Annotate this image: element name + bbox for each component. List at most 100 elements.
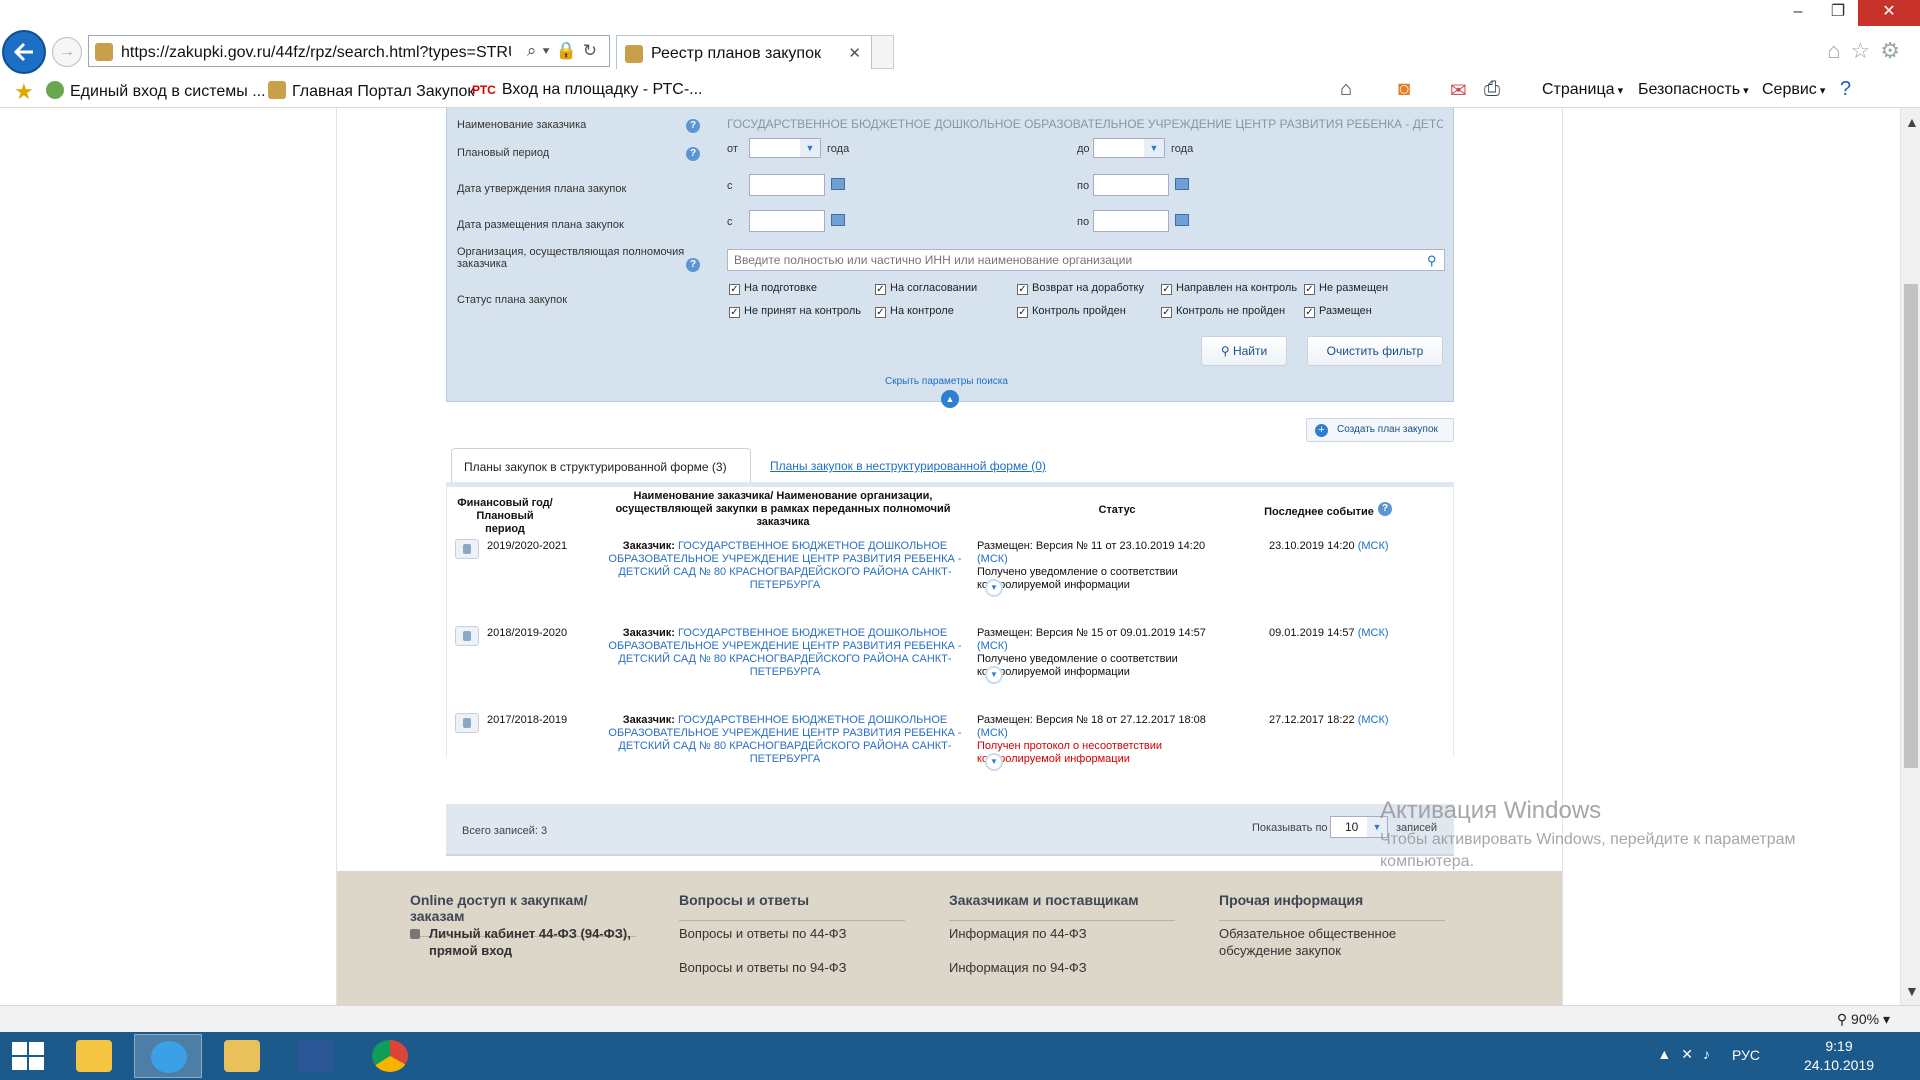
home-icon[interactable]: ⌂ <box>1340 78 1352 101</box>
help-icon[interactable]: ? <box>1840 78 1851 101</box>
header-last-event: Последнее событие <box>1264 506 1374 518</box>
org-search-input[interactable] <box>727 249 1445 271</box>
footer-link-info-44[interactable]: Информация по 44-ФЗ <box>949 925 1087 942</box>
table-row[interactable]: 2017/2018-2019 Заказчик: ГОСУДАРСТВЕННОЕ… <box>447 713 1455 799</box>
tab-title: Реестр планов закупок <box>651 45 821 62</box>
favorites-star-icon[interactable]: ☆ <box>1851 38 1881 63</box>
approval-date-to-input[interactable] <box>1093 174 1169 196</box>
address-tools[interactable]: ⌕▾🔒↻ <box>527 41 603 61</box>
status-checkbox[interactable]: ✓ Контроль пройден <box>1017 305 1126 318</box>
language-indicator[interactable]: РУС <box>1732 1047 1760 1063</box>
status-checkbox[interactable]: ✓ Размещен <box>1304 305 1372 318</box>
approval-date-from-input[interactable] <box>749 174 825 196</box>
expand-row-icon[interactable]: ▼ <box>985 753 1003 771</box>
placement-date-to-input[interactable] <box>1093 210 1169 232</box>
footer-link-info-94[interactable]: Информация по 94-ФЗ <box>949 959 1087 976</box>
row-customer[interactable]: Заказчик: ГОСУДАРСТВЕННОЕ БЮДЖЕТНОЕ ДОШК… <box>589 540 981 592</box>
expand-row-icon[interactable]: ▼ <box>985 666 1003 684</box>
hide-search-params-link[interactable]: Скрыть параметры поиска <box>885 376 1008 387</box>
forward-button[interactable]: → <box>52 37 82 67</box>
browser-tab[interactable]: Реестр планов закупок ✕ <box>616 35 872 69</box>
clock-date[interactable]: 24.10.2019 <box>1794 1057 1884 1073</box>
footer-link-qa-94[interactable]: Вопросы и ответы по 94-ФЗ <box>679 959 847 976</box>
row-customer[interactable]: Заказчик: ГОСУДАРСТВЕННОЕ БЮДЖЕТНОЕ ДОШК… <box>589 627 981 679</box>
search-icon[interactable]: ⚲ <box>1427 253 1437 269</box>
tab-close-icon[interactable]: ✕ <box>848 44 861 62</box>
row-customer[interactable]: Заказчик: ГОСУДАРСТВЕННОЕ БЮДЖЕТНОЕ ДОШК… <box>589 714 981 766</box>
status-checkbox[interactable]: ✓ Контроль не пройден <box>1161 305 1285 318</box>
plan-document-icon[interactable] <box>455 713 479 733</box>
find-button[interactable]: ⚲ Найти <box>1201 336 1287 366</box>
status-checkbox[interactable]: ✓ Направлен на контроль <box>1161 282 1297 295</box>
taskbar: ▲✕♪ РУС 9:19 24.10.2019 <box>0 1032 1920 1080</box>
minimize-button[interactable]: – <box>1778 0 1818 26</box>
taskbar-internet-explorer[interactable] <box>134 1034 202 1078</box>
taskbar-chrome[interactable] <box>356 1034 424 1078</box>
scroll-thumb[interactable] <box>1904 284 1918 768</box>
status-checkbox[interactable]: ✓ На контроле <box>875 305 954 318</box>
footer-link-discussion[interactable]: Обязательное общественное обсуждение зак… <box>1219 925 1459 959</box>
calendar-icon[interactable] <box>1175 178 1189 190</box>
status-checkbox[interactable]: ✓ Не принят на контроль <box>729 305 861 318</box>
customer-name-value[interactable]: ГОСУДАРСТВЕННОЕ БЮДЖЕТНОЕ ДОШКОЛЬНОЕ ОБР… <box>727 117 1443 131</box>
help-icon[interactable]: ? <box>686 258 700 272</box>
tools-menu[interactable]: Сервис <box>1762 81 1825 99</box>
favorite-link-2[interactable]: Главная Портал Закупок <box>268 81 474 101</box>
taskbar-explorer[interactable] <box>208 1034 276 1078</box>
help-icon[interactable]: ? <box>686 147 700 161</box>
home-icon[interactable]: ⌂ <box>1827 38 1850 63</box>
clock-time[interactable]: 9:19 <box>1794 1038 1884 1054</box>
footer-heading-other: Прочая информация <box>1219 892 1445 921</box>
status-checkbox[interactable]: ✓ На подготовке <box>729 282 817 295</box>
address-url[interactable]: https://zakupki.gov.ru/44fz/rpz/search.h… <box>121 44 511 62</box>
help-icon[interactable]: ? <box>1378 502 1392 516</box>
create-plan-button[interactable]: + Создать план закупок <box>1306 418 1454 442</box>
footer-link-cabinet[interactable]: Личный кабинет 44-ФЗ (94-ФЗ), прямой вхо… <box>429 925 659 959</box>
status-checkbox[interactable]: ✓ Возврат на доработку <box>1017 282 1144 295</box>
browser-status-bar: ⚲ 90% ▾ <box>0 1005 1920 1032</box>
period-to-select[interactable]: ▼ <box>1093 138 1165 158</box>
table-row[interactable]: 2019/2020-2021 Заказчик: ГОСУДАРСТВЕННОЕ… <box>447 539 1455 625</box>
safety-menu[interactable]: Безопасность <box>1638 81 1749 99</box>
taskbar-outlook[interactable] <box>60 1034 128 1078</box>
start-button[interactable] <box>12 1042 46 1072</box>
search-icon: ⚲ <box>1220 344 1233 358</box>
period-from-select[interactable]: ▼ <box>749 138 821 158</box>
address-bar[interactable]: https://zakupki.gov.ru/44fz/rpz/search.h… <box>88 35 610 67</box>
plan-document-icon[interactable] <box>455 539 479 559</box>
zoom-level[interactable]: ⚲ 90% ▾ <box>1837 1011 1890 1028</box>
feeds-icon[interactable]: ◙ <box>1398 78 1410 101</box>
mail-icon[interactable]: ✉ <box>1450 78 1467 103</box>
vertical-scrollbar[interactable]: ▲ ▼ <box>1900 108 1920 1005</box>
new-tab-button[interactable] <box>872 35 894 69</box>
favorites-star-icon[interactable]: ★ <box>14 79 34 105</box>
tab-structured-plans[interactable]: Планы закупок в структурированной форме … <box>451 448 751 482</box>
scroll-down-icon[interactable]: ▼ <box>1905 983 1919 999</box>
calendar-icon[interactable] <box>831 214 845 226</box>
calendar-icon[interactable] <box>1175 214 1189 226</box>
close-window-button[interactable]: ✕ <box>1858 0 1920 26</box>
collapse-arrow-icon[interactable]: ▲ <box>941 390 959 408</box>
scroll-up-icon[interactable]: ▲ <box>1905 114 1919 130</box>
print-icon[interactable]: ⎙ <box>1484 78 1500 101</box>
settings-gear-icon[interactable]: ⚙ <box>1880 38 1910 63</box>
status-checkbox[interactable]: ✓ На согласовании <box>875 282 977 295</box>
favorite-link-1[interactable]: Единый вход в системы ... <box>46 81 266 101</box>
help-icon[interactable]: ? <box>686 119 700 133</box>
page-menu[interactable]: Страница <box>1542 81 1623 99</box>
tray-icons[interactable]: ▲✕♪ <box>1657 1046 1720 1063</box>
restore-button[interactable]: ❐ <box>1818 0 1858 26</box>
plan-document-icon[interactable] <box>455 626 479 646</box>
footer-link-qa-44[interactable]: Вопросы и ответы по 44-ФЗ <box>679 925 847 942</box>
volume-icon: ♪ <box>1703 1046 1720 1062</box>
taskbar-word[interactable] <box>282 1034 350 1078</box>
calendar-icon[interactable] <box>831 178 845 190</box>
placement-date-from-input[interactable] <box>749 210 825 232</box>
status-checkbox[interactable]: ✓ Не размещен <box>1304 282 1388 295</box>
tab-unstructured-plans[interactable]: Планы закупок в неструктурированной форм… <box>770 459 1046 473</box>
favorite-link-3[interactable]: РТС Вход на площадку - РТС-... <box>472 81 702 99</box>
clear-filter-button[interactable]: Очистить фильтр <box>1307 336 1443 366</box>
table-row[interactable]: 2018/2019-2020 Заказчик: ГОСУДАРСТВЕННОЕ… <box>447 626 1455 712</box>
expand-row-icon[interactable]: ▼ <box>985 579 1003 597</box>
back-button[interactable] <box>2 30 46 74</box>
